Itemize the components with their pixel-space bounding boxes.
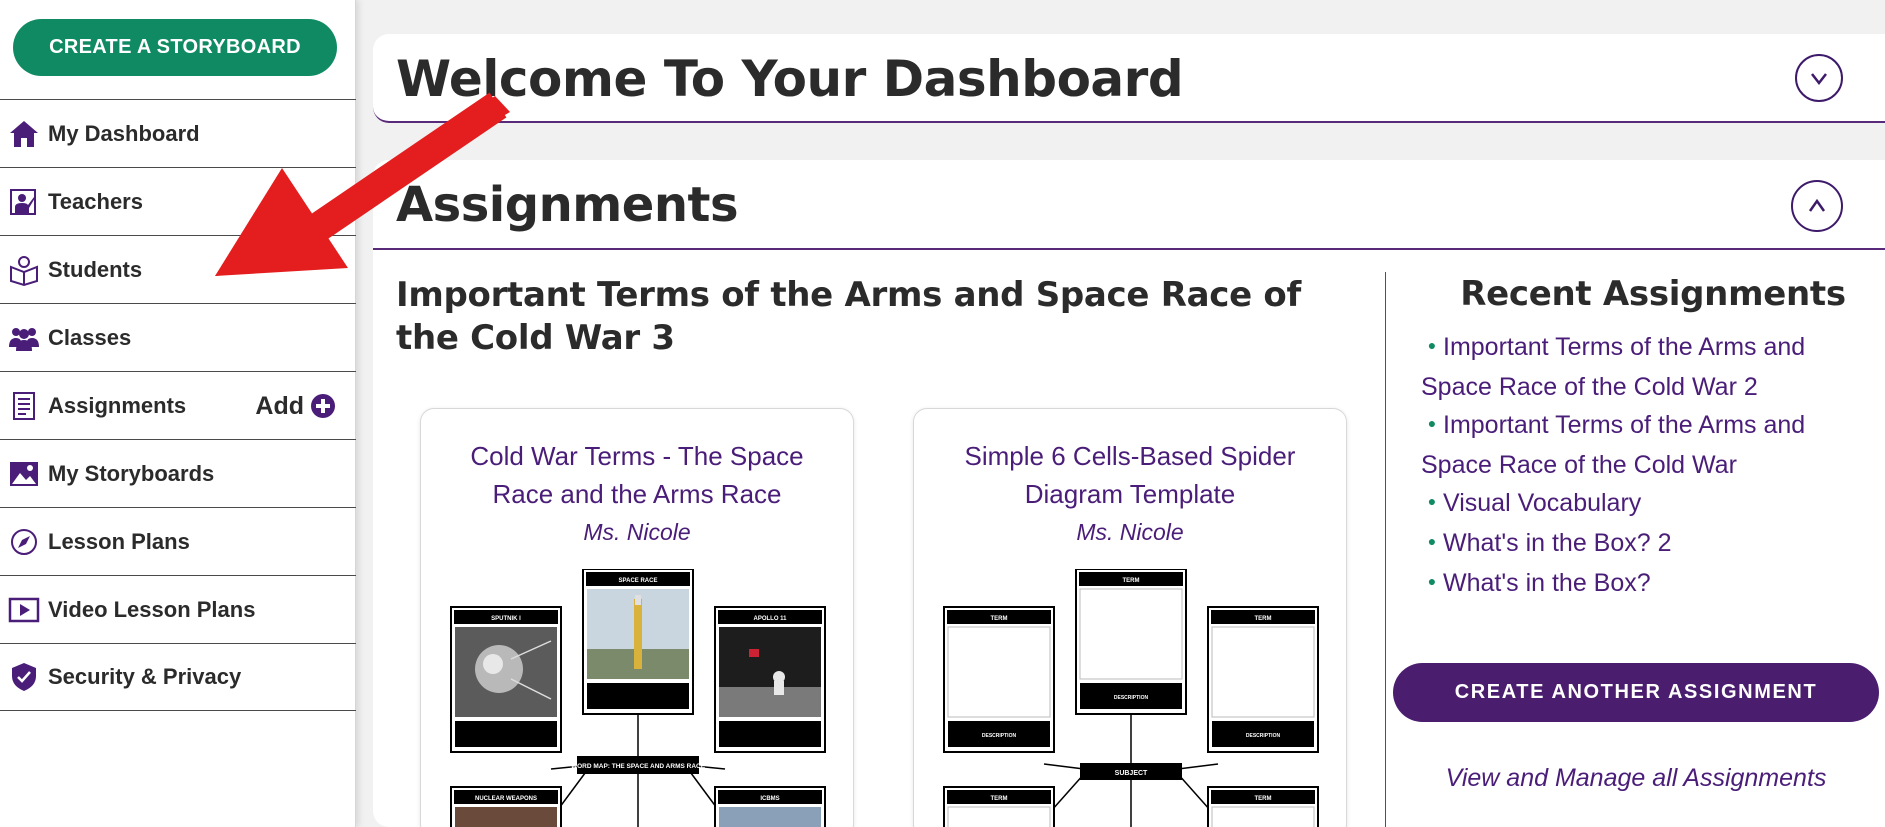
sidebar-item-label: Security & Privacy [48, 664, 242, 689]
bullet-icon: ● [1427, 337, 1437, 354]
sidebar-item-my-storyboards[interactable]: My Storyboards [0, 439, 356, 507]
sidebar-item-label: My Dashboard [48, 120, 200, 146]
thumb-center-label: WORD MAP: THE SPACE AND ARMS RACE [571, 763, 706, 770]
assignments-panel: Assignments Important Terms of the Arms … [373, 160, 1885, 827]
thumb-cell-label: SPUTNIK I [491, 616, 521, 622]
chevron-down-icon [1811, 73, 1827, 86]
thumb-center-label: SUBJECT [1115, 770, 1148, 777]
card-author: Ms. Nicole [1076, 519, 1184, 545]
list-item[interactable]: ● Visual Vocabulary [1421, 484, 1871, 524]
welcome-expand-button[interactable] [1795, 54, 1843, 102]
add-assignment-button[interactable]: Add [255, 372, 336, 440]
list-item[interactable]: ● Important Terms of the Arms and Space R… [1421, 328, 1871, 406]
bullet-icon: ● [1427, 572, 1437, 589]
add-label: Add [255, 391, 304, 420]
thumb-cell-label: ICBMS [760, 796, 779, 802]
create-another-assignment-button[interactable]: CREATE ANOTHER ASSIGNMENT [1393, 663, 1879, 722]
storyboard-card[interactable]: Simple 6 Cells-Based Spider Diagram Temp… [913, 408, 1347, 827]
sidebar-item-label: Students [48, 256, 143, 282]
thumb-cell-label: NUCLEAR WEAPONS [475, 796, 537, 802]
sidebar-item-lesson-plans[interactable]: Lesson Plans [0, 507, 356, 575]
plus-circle-icon [311, 394, 335, 418]
lesson-plans-icon [0, 508, 48, 576]
bullet-icon: ● [1427, 415, 1437, 432]
card-title[interactable]: Simple 6 Cells-Based Spider Diagram Temp… [934, 437, 1326, 513]
recent-assignment-link[interactable]: What's in the Box? 2 [1443, 529, 1672, 557]
view-manage-assignments-link[interactable]: View and Manage all Assignments [1393, 764, 1879, 793]
bullet-icon: ● [1427, 533, 1437, 550]
thumb-cell-label: TERM [1255, 616, 1272, 622]
create-storyboard-button[interactable]: CREATE A STORYBOARD [13, 19, 337, 76]
list-item[interactable]: ● What's in the Box? [1421, 564, 1871, 604]
storyboards-icon [0, 440, 48, 508]
classes-icon [0, 304, 48, 372]
student-icon [0, 236, 48, 304]
sidebar-item-my-dashboard[interactable]: My Dashboard [0, 99, 356, 167]
bullet-icon: ● [1427, 493, 1437, 510]
current-assignment-title[interactable]: Important Terms of the Arms and Space Ra… [396, 274, 1316, 360]
recent-assignments-list: ● Important Terms of the Arms and Space R… [1421, 328, 1871, 603]
storyboard-card[interactable]: Cold War Terms - The Space Race and the … [420, 408, 854, 827]
recent-assignment-link[interactable]: Important Terms of the Arms and Space Ra… [1421, 411, 1805, 479]
list-item[interactable]: ● Important Terms of the Arms and Space R… [1421, 406, 1871, 484]
sidebar-item-label: My Storyboards [48, 460, 215, 486]
recent-assignment-link[interactable]: Visual Vocabulary [1443, 489, 1641, 517]
assignments-collapse-button[interactable] [1791, 180, 1843, 232]
card-title[interactable]: Cold War Terms - The Space Race and the … [441, 437, 833, 513]
recent-assignment-link[interactable]: Important Terms of the Arms and Space Ra… [1421, 333, 1805, 401]
sidebar-item-label: Teachers [48, 188, 143, 214]
sidebar-item-label: Assignments [48, 392, 187, 418]
thumb-cell-label: TERM [991, 796, 1008, 802]
sidebar-item-teachers[interactable]: Teachers [0, 167, 356, 235]
sidebar-item-security-privacy[interactable]: Security & Privacy [0, 643, 356, 711]
teacher-icon [0, 168, 48, 236]
sidebar-nav: My Dashboard Teachers Students Classes A… [0, 99, 356, 711]
storyboard-thumbnail[interactable]: SUBJECT TERM DESCRIPTION TERM DESCRIPTIO… [934, 569, 1328, 827]
sidebar: CREATE A STORYBOARD My Dashboard Teacher… [0, 0, 356, 827]
recent-assignments-title: Recent Assignments [1460, 274, 1846, 314]
sidebar-item-label: Classes [48, 324, 132, 350]
thumb-cell-label: TERM [1255, 796, 1272, 802]
storyboard-thumbnail[interactable]: WORD MAP: THE SPACE AND ARMS RACE SPUTNI… [441, 569, 835, 827]
thumb-description-label: DESCRIPTION [982, 733, 1017, 739]
thumb-cell-label: SPACE RACE [619, 578, 658, 584]
sidebar-item-assignments[interactable]: Assignments Add [0, 371, 356, 439]
video-icon [0, 576, 48, 644]
welcome-title: Welcome To Your Dashboard [396, 50, 1184, 108]
thumb-description-label: DESCRIPTION [1114, 695, 1149, 701]
shield-icon [0, 643, 48, 711]
welcome-panel: Welcome To Your Dashboard [373, 34, 1885, 123]
sidebar-item-video-lesson-plans[interactable]: Video Lesson Plans [0, 575, 356, 643]
chevron-up-icon [1808, 198, 1826, 212]
sidebar-item-students[interactable]: Students [0, 235, 356, 303]
assignments-title: Assignments [396, 177, 739, 233]
thumb-description-label: DESCRIPTION [1246, 733, 1281, 739]
sidebar-item-label: Video Lesson Plans [48, 596, 256, 622]
thumb-cell-label: TERM [991, 616, 1008, 622]
thumb-cell-label: APOLLO 11 [753, 616, 787, 622]
sidebar-item-classes[interactable]: Classes [0, 303, 356, 371]
assignments-icon [0, 372, 48, 440]
card-author: Ms. Nicole [583, 519, 691, 545]
sidebar-item-label: Lesson Plans [48, 528, 190, 554]
list-item[interactable]: ● What's in the Box? 2 [1421, 524, 1871, 564]
home-icon [0, 100, 48, 168]
thumb-cell-label: TERM [1123, 578, 1140, 584]
column-divider [1385, 272, 1386, 827]
recent-assignment-link[interactable]: What's in the Box? [1443, 569, 1651, 597]
divider [373, 248, 1885, 250]
